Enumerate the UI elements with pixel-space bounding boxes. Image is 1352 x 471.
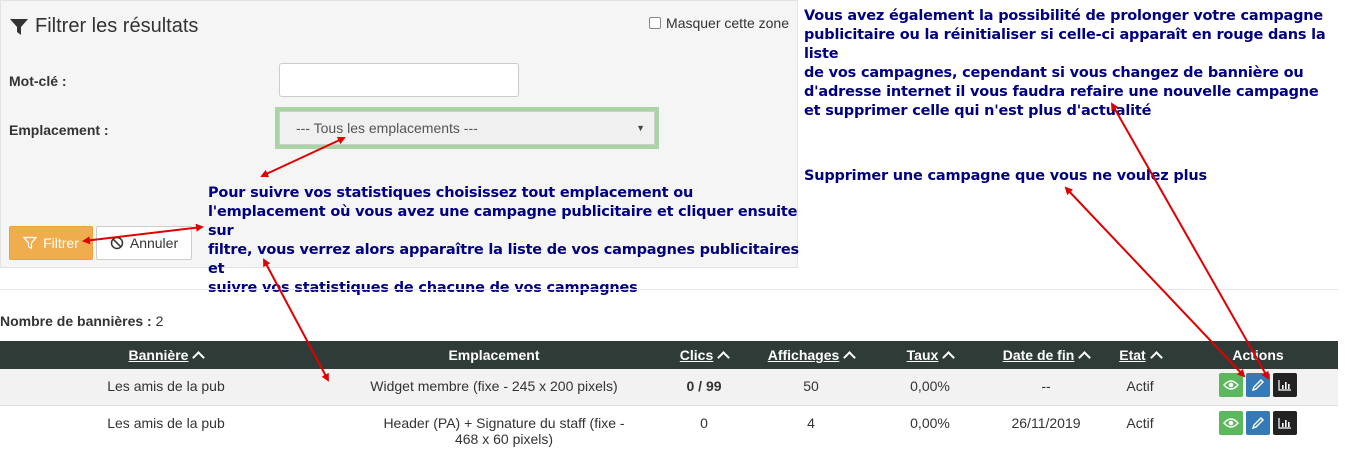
sort-chevron-up-icon — [717, 351, 731, 364]
edit-button[interactable] — [1246, 373, 1270, 397]
arrow-to-edit-action — [1111, 102, 1269, 380]
prolong-help-line: publicitaire ou la réinitialiser si cell… — [804, 27, 1326, 62]
bar-chart-icon — [1278, 417, 1291, 429]
banner-count-label: Nombre de bannières : — [0, 313, 152, 329]
cell-views: 50 — [803, 378, 819, 394]
cell-banner: Les amis de la pub — [107, 414, 225, 431]
cell-state: Actif — [1126, 378, 1154, 394]
funnel-icon — [10, 18, 28, 35]
col-header-rate[interactable]: Taux — [870, 341, 990, 369]
sort-banner-link[interactable]: Bannière — [129, 347, 189, 363]
sort-chevron-up-icon — [942, 351, 956, 364]
prolong-help-annotation: Vous avez également la possibilité de pr… — [804, 7, 1344, 121]
prolong-help-line: d'adresse internet il vous faudra refair… — [804, 84, 1319, 100]
sort-rate-link[interactable]: Taux — [907, 347, 939, 363]
eye-icon — [1223, 380, 1239, 390]
cell-views: 4 — [807, 414, 815, 431]
keyword-input[interactable] — [279, 63, 519, 97]
cell-location: Widget membre (fixe - 245 x 200 pixels) — [370, 378, 618, 394]
filter-help-line: l'emplacement où vous avez une campagne … — [208, 204, 798, 239]
col-header-views[interactable]: Affichages — [752, 341, 870, 369]
cell-clicks: 0 / 99 — [686, 378, 722, 394]
sort-end-date-link[interactable]: Date de fin — [1003, 347, 1075, 363]
col-header-state[interactable]: Etat — [1102, 341, 1178, 369]
pencil-icon — [1251, 379, 1264, 392]
filter-help-line: Pour suivre vos statistiques choisissez … — [208, 185, 694, 201]
ban-icon — [110, 236, 124, 250]
edit-button[interactable] — [1246, 410, 1270, 435]
cell-rate: 0,00% — [910, 378, 950, 394]
view-button[interactable] — [1219, 410, 1243, 435]
cell-end-date: 26/11/2019 — [1011, 414, 1081, 431]
sort-views-link[interactable]: Affichages — [768, 347, 840, 363]
hide-zone-checkbox[interactable] — [649, 17, 662, 29]
sort-chevron-up-icon — [1149, 351, 1163, 364]
cell-state: Actif — [1126, 414, 1154, 431]
banner-count-value: 2 — [155, 313, 164, 329]
prolong-help-line: et supprimer celle qui n'est plus d'actu… — [804, 103, 1152, 119]
panel-title: Filtrer les résultats — [9, 15, 198, 38]
table-row: Les amis de la pub Header (PA) + Signatu… — [0, 405, 1338, 453]
table-header-row: Bannière Emplacement Clics Affichages Ta… — [0, 341, 1338, 369]
view-button[interactable] — [1219, 373, 1243, 397]
cell-clicks: 0 — [700, 414, 708, 431]
col-header-actions: Actions — [1232, 347, 1284, 363]
section-divider — [0, 289, 1338, 290]
cancel-button[interactable]: Annuler — [96, 226, 192, 260]
cell-end-date: -- — [1041, 378, 1051, 394]
filter-button-label: Filtrer — [43, 235, 79, 251]
pencil-icon — [1251, 416, 1264, 429]
prolong-help-line: Vous avez également la possibilité de pr… — [804, 8, 1324, 24]
sort-chevron-up-icon — [843, 351, 857, 364]
eye-icon — [1223, 417, 1239, 428]
prolong-help-line: de vos campagnes, cependant si vous chan… — [804, 65, 1304, 81]
stats-button[interactable] — [1273, 373, 1297, 397]
caret-down-icon: ▼ — [636, 123, 645, 133]
cell-actions — [1178, 405, 1338, 453]
cancel-button-label: Annuler — [129, 235, 179, 251]
col-header-end-date[interactable]: Date de fin — [990, 341, 1102, 369]
banner-count: Nombre de bannières : 2 — [0, 313, 163, 329]
table-row: Les amis de la pub Widget membre (fixe -… — [0, 369, 1338, 405]
funnel-icon — [23, 236, 38, 250]
cell-rate: 0,00% — [910, 414, 950, 431]
hide-zone-toggle[interactable]: Masquer cette zone — [649, 15, 789, 31]
filter-help-annotation: Pour suivre vos statistiques choisissez … — [208, 184, 808, 298]
location-select-value: --- Tous les emplacements --- — [279, 111, 655, 145]
cell-actions — [1178, 369, 1338, 405]
cell-location: Header (PA) + Signature du staff (fixe -… — [383, 414, 625, 447]
campaigns-table: Bannière Emplacement Clics Affichages Ta… — [0, 341, 1338, 453]
col-header-clicks[interactable]: Clics — [656, 341, 752, 369]
sort-state-link[interactable]: Etat — [1119, 347, 1145, 363]
stats-button[interactable] — [1273, 410, 1297, 435]
cell-banner: Les amis de la pub — [107, 378, 225, 394]
hide-zone-label: Masquer cette zone — [666, 15, 789, 31]
col-header-location: Emplacement — [448, 347, 540, 363]
location-select[interactable]: --- Tous les emplacements --- ▼ — [275, 107, 659, 149]
location-label: Emplacement : — [9, 122, 109, 138]
bar-chart-icon — [1278, 380, 1291, 391]
col-header-banner[interactable]: Bannière — [0, 341, 332, 369]
panel-title-text: Filtrer les résultats — [35, 15, 199, 37]
filter-button[interactable]: Filtrer — [9, 226, 93, 260]
filter-help-line: filtre, vous verrez alors apparaître la … — [208, 242, 799, 277]
sort-chevron-up-icon — [1078, 351, 1092, 364]
sort-chevron-up-icon — [192, 351, 206, 364]
delete-help-annotation: Supprimer une campagne que vous ne voule… — [804, 168, 1207, 184]
keyword-label: Mot-clé : — [9, 73, 67, 89]
sort-clicks-link[interactable]: Clics — [680, 347, 713, 363]
